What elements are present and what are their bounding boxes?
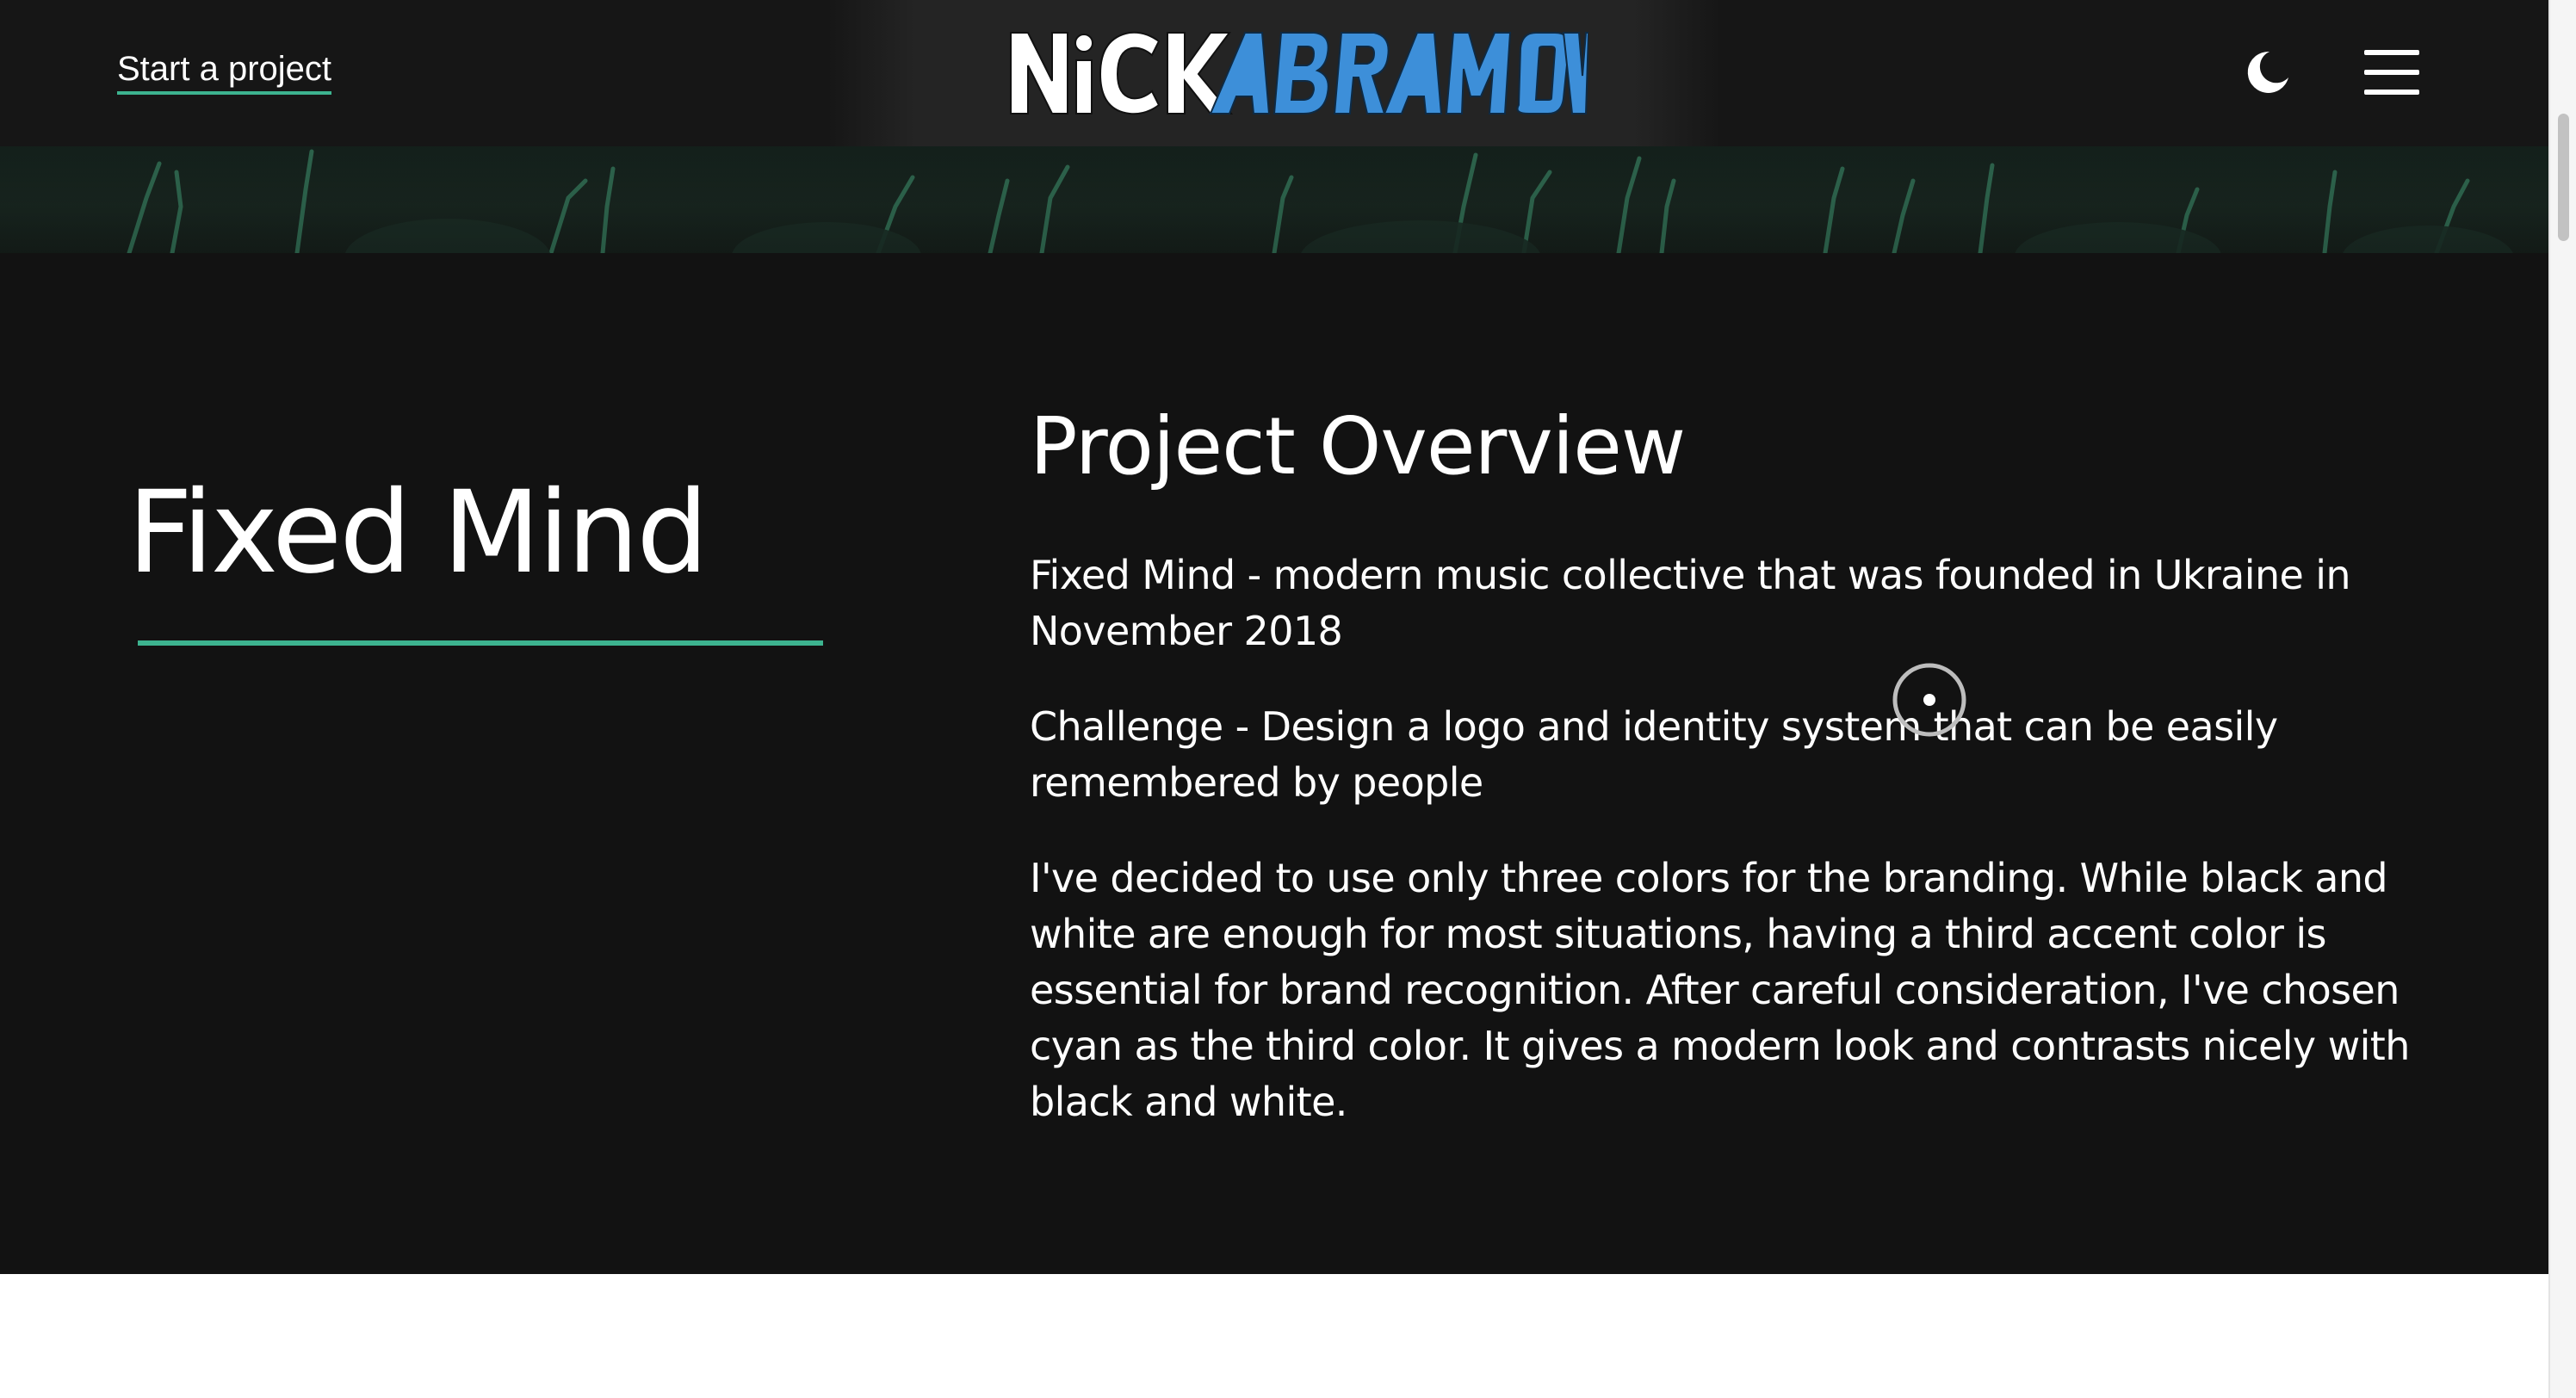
hamburger-menu-icon[interactable] bbox=[2364, 50, 2419, 95]
project-overview: Project Overview Fixed Mind - modern mus… bbox=[1030, 399, 2442, 1170]
menu-line bbox=[2364, 50, 2419, 55]
hero-crowd-image bbox=[0, 146, 2548, 253]
moon-icon[interactable] bbox=[2244, 48, 2292, 96]
scrollbar-thumb[interactable] bbox=[2558, 114, 2569, 241]
menu-line bbox=[2364, 90, 2419, 95]
logo-wordmark-image bbox=[1010, 31, 1588, 115]
overview-paragraph: Fixed Mind - modern music collective tha… bbox=[1030, 552, 2351, 654]
project-section: Fixed Mind Project Overview Fixed Mind -… bbox=[0, 253, 2548, 1274]
site-logo[interactable] bbox=[1007, 28, 1588, 117]
overview-paragraph: Challenge - Design a logo and identity s… bbox=[1030, 703, 2278, 806]
next-section bbox=[0, 1274, 2548, 1398]
title-underline bbox=[138, 640, 823, 646]
start-project-link[interactable]: Start a project bbox=[117, 48, 332, 95]
overview-paragraph: I've decided to use only three colors fo… bbox=[1030, 855, 2410, 1125]
menu-line bbox=[2364, 70, 2419, 75]
vertical-scrollbar[interactable] bbox=[2548, 0, 2576, 1398]
page: Start a project Fixed Mind Project Overv… bbox=[0, 0, 2576, 1398]
overview-heading: Project Overview bbox=[1030, 400, 1686, 492]
site-header: Start a project bbox=[0, 0, 2548, 146]
project-title: Fixed Mind bbox=[127, 467, 709, 599]
